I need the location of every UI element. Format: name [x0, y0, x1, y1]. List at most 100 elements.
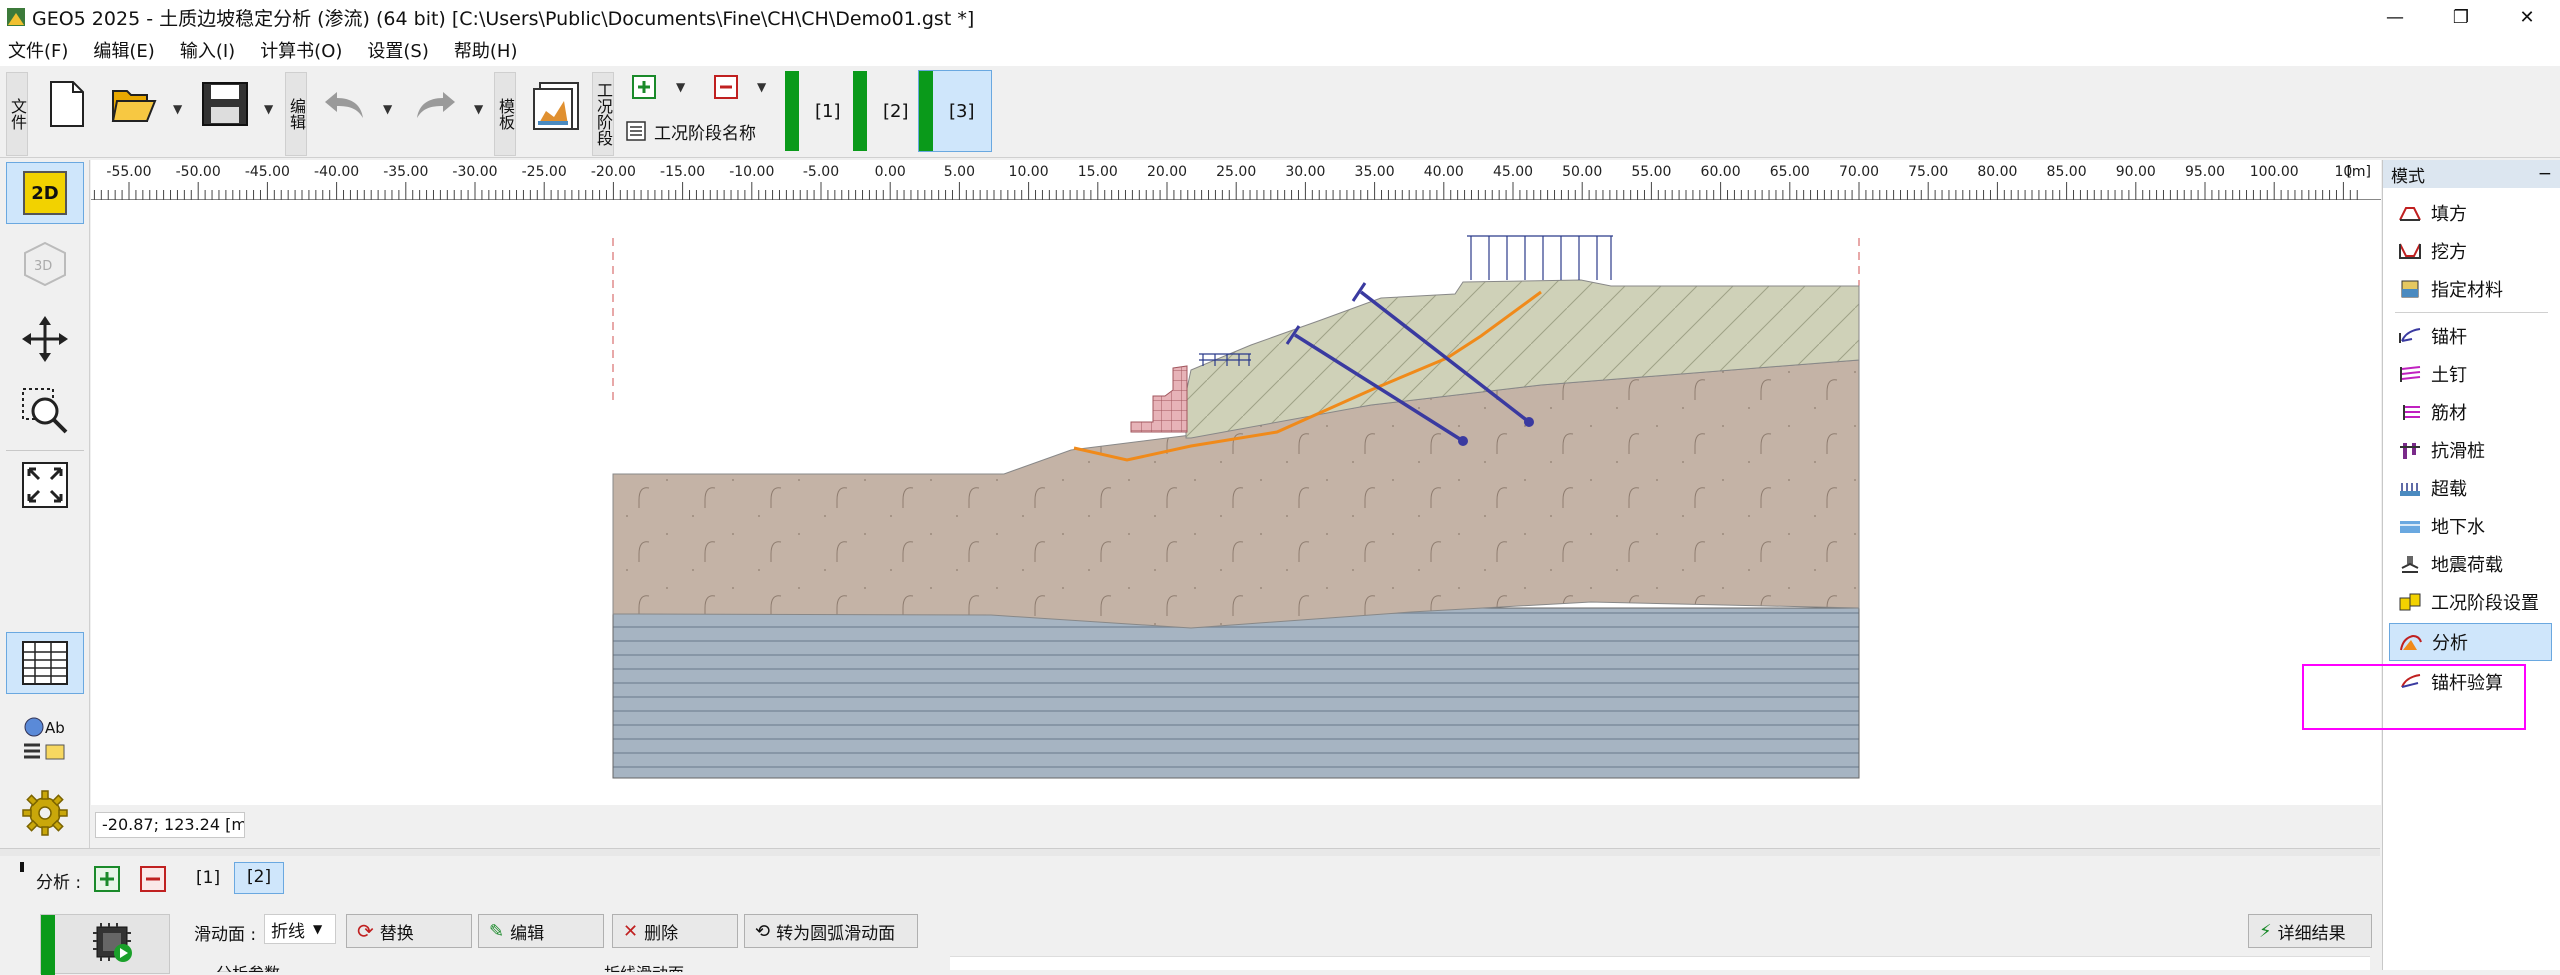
gear-icon: [22, 790, 68, 836]
zoom-extents-button[interactable]: [6, 454, 84, 516]
table-view-button[interactable]: [6, 632, 84, 694]
run-analysis-button[interactable]: [40, 914, 170, 975]
delete-icon: ✕: [623, 920, 639, 942]
undo-dropdown-icon[interactable]: ▼: [383, 102, 392, 116]
mode-groundwater[interactable]: 地下水: [2383, 507, 2560, 545]
new-file-icon: [50, 81, 84, 127]
slope-model-drawing[interactable]: [91, 200, 2381, 805]
phase-name-button[interactable]: 工况阶段名称: [626, 116, 756, 146]
phase-1-button[interactable]: [1]: [784, 70, 858, 152]
mode-analysis[interactable]: 分析: [2389, 623, 2552, 661]
settings-button[interactable]: [6, 782, 84, 844]
minimize-button[interactable]: —: [2362, 0, 2428, 34]
status-bar: -20.87; 123.24 [m]: [91, 808, 2381, 842]
phase-3-label: [3]: [949, 100, 975, 122]
plus-icon: [632, 75, 656, 99]
drawing-canvas[interactable]: -55.00 -50.00 -45.00 -40.00 -35.00 -30.00 -25.…: [91, 160, 2381, 805]
pan-button[interactable]: [6, 308, 84, 370]
restore-button[interactable]: ❐: [2428, 0, 2494, 34]
phase-2-button[interactable]: [2]: [852, 70, 926, 152]
template-button[interactable]: [528, 76, 584, 136]
phase-2-label: [2]: [883, 100, 909, 122]
gabion-wall[interactable]: [1130, 365, 1188, 433]
pencil-icon: ✎: [489, 920, 505, 942]
menu-input[interactable]: 输入(I): [180, 37, 235, 63]
labels-button[interactable]: Ab: [6, 708, 84, 770]
anchor-icon: [2397, 325, 2423, 347]
mode-surcharge-label: 超载: [2431, 479, 2467, 500]
ruler-unit: [m]: [2346, 164, 2371, 180]
detailed-results-button[interactable]: ⚡ 详细结果: [2248, 914, 2372, 948]
fill-icon: [2397, 202, 2423, 224]
surcharge-large[interactable]: [1467, 235, 1613, 280]
mode-earthquake[interactable]: 地震荷载: [2383, 545, 2560, 583]
mode-groundwater-label: 地下水: [2431, 517, 2485, 538]
delete-button[interactable]: ✕ 删除: [612, 914, 738, 948]
surcharge-icon: [2397, 477, 2423, 499]
mode-excavation[interactable]: 挖方: [2383, 232, 2560, 270]
add-phase-button[interactable]: [630, 74, 658, 100]
phase-name-icon: [626, 121, 646, 141]
excavation-icon: [2397, 240, 2423, 262]
add-phase-dropdown-icon[interactable]: ▼: [676, 80, 685, 94]
results-text-area: [950, 956, 2370, 970]
mode-material-label: 指定材料: [2431, 280, 2503, 301]
mode-panel-header: 模式 −: [2383, 160, 2560, 188]
menu-settings[interactable]: 设置(S): [367, 37, 428, 63]
labels-icon: Ab: [24, 717, 65, 760]
menu-report[interactable]: 计算书(O): [260, 37, 342, 63]
remove-analysis-button[interactable]: [140, 866, 168, 892]
collapse-icon[interactable]: −: [2538, 164, 2552, 184]
mode-soil-nail[interactable]: 土钉: [2383, 355, 2560, 393]
slip-surface-select[interactable]: 折线 ▼: [264, 914, 336, 944]
save-file-button[interactable]: [198, 76, 252, 132]
save-dropdown-icon[interactable]: ▼: [264, 102, 273, 116]
mode-fill[interactable]: 填方: [2383, 194, 2560, 232]
menu-file[interactable]: 文件(F): [8, 37, 68, 63]
mode-anchor-label: 锚杆: [2431, 327, 2467, 348]
mode-panel: 模式 − 填方 挖方 指定材料 锚杆 土钉 筋材 抗滑桩 超载 地下水 地震荷载: [2382, 160, 2560, 970]
mode-anchor[interactable]: 锚杆: [2383, 317, 2560, 355]
open-dropdown-icon[interactable]: ▼: [173, 102, 182, 116]
open-file-button[interactable]: [108, 76, 160, 132]
mode-pile[interactable]: 抗滑桩: [2383, 431, 2560, 469]
undo-button[interactable]: [320, 76, 370, 132]
analysis-label: 分析 :: [36, 873, 82, 893]
replace-button[interactable]: ⟳ 替换: [346, 914, 472, 948]
convert-circular-button[interactable]: ⟲ 转为圆弧滑动面: [744, 914, 918, 948]
mode-stage-settings[interactable]: 工况阶段设置: [2383, 583, 2560, 621]
redo-button[interactable]: [410, 76, 460, 132]
remove-phase-button[interactable]: [712, 74, 740, 100]
polyline-slip-heading: 折线滑动面: [604, 960, 684, 972]
close-button[interactable]: ✕: [2494, 0, 2560, 34]
add-analysis-button[interactable]: [94, 866, 122, 892]
mode-fill-label: 填方: [2431, 204, 2467, 225]
folder-open-icon: [111, 90, 157, 122]
mode-reinforcement[interactable]: 筋材: [2383, 393, 2560, 431]
phase-3-button[interactable]: [3]: [918, 70, 992, 152]
mode-material[interactable]: 指定材料: [2383, 270, 2560, 308]
menu-edit[interactable]: 编辑(E): [93, 37, 154, 63]
svg-text:Ab: Ab: [45, 719, 65, 737]
remove-phase-dropdown-icon[interactable]: ▼: [757, 80, 766, 94]
phase-2-bar: [853, 71, 867, 151]
new-file-button[interactable]: [44, 76, 90, 132]
redo-dropdown-icon[interactable]: ▼: [474, 102, 483, 116]
stage-settings-icon: [2397, 591, 2423, 613]
water-icon: [2397, 515, 2423, 537]
panel-splitter[interactable]: [0, 848, 2380, 856]
mode-earthquake-label: 地震荷载: [2431, 555, 2503, 576]
analysis-tab-2[interactable]: [2]: [234, 862, 285, 894]
rock-layer[interactable]: [612, 607, 1860, 779]
menu-help[interactable]: 帮助(H): [454, 37, 518, 63]
svg-text:3D: 3D: [34, 259, 52, 274]
view-2d-button[interactable]: 2D: [6, 162, 84, 224]
zoom-button[interactable]: [6, 380, 84, 442]
save-icon: [202, 82, 248, 126]
undo-icon: [325, 92, 363, 118]
edit-button[interactable]: ✎ 编辑: [478, 914, 604, 948]
mode-surcharge[interactable]: 超载: [2383, 469, 2560, 507]
view-3d-button[interactable]: 3D: [6, 232, 84, 294]
toolbar-group-edit: 编辑: [285, 72, 307, 156]
analysis-tab-1[interactable]: [1]: [196, 868, 220, 888]
